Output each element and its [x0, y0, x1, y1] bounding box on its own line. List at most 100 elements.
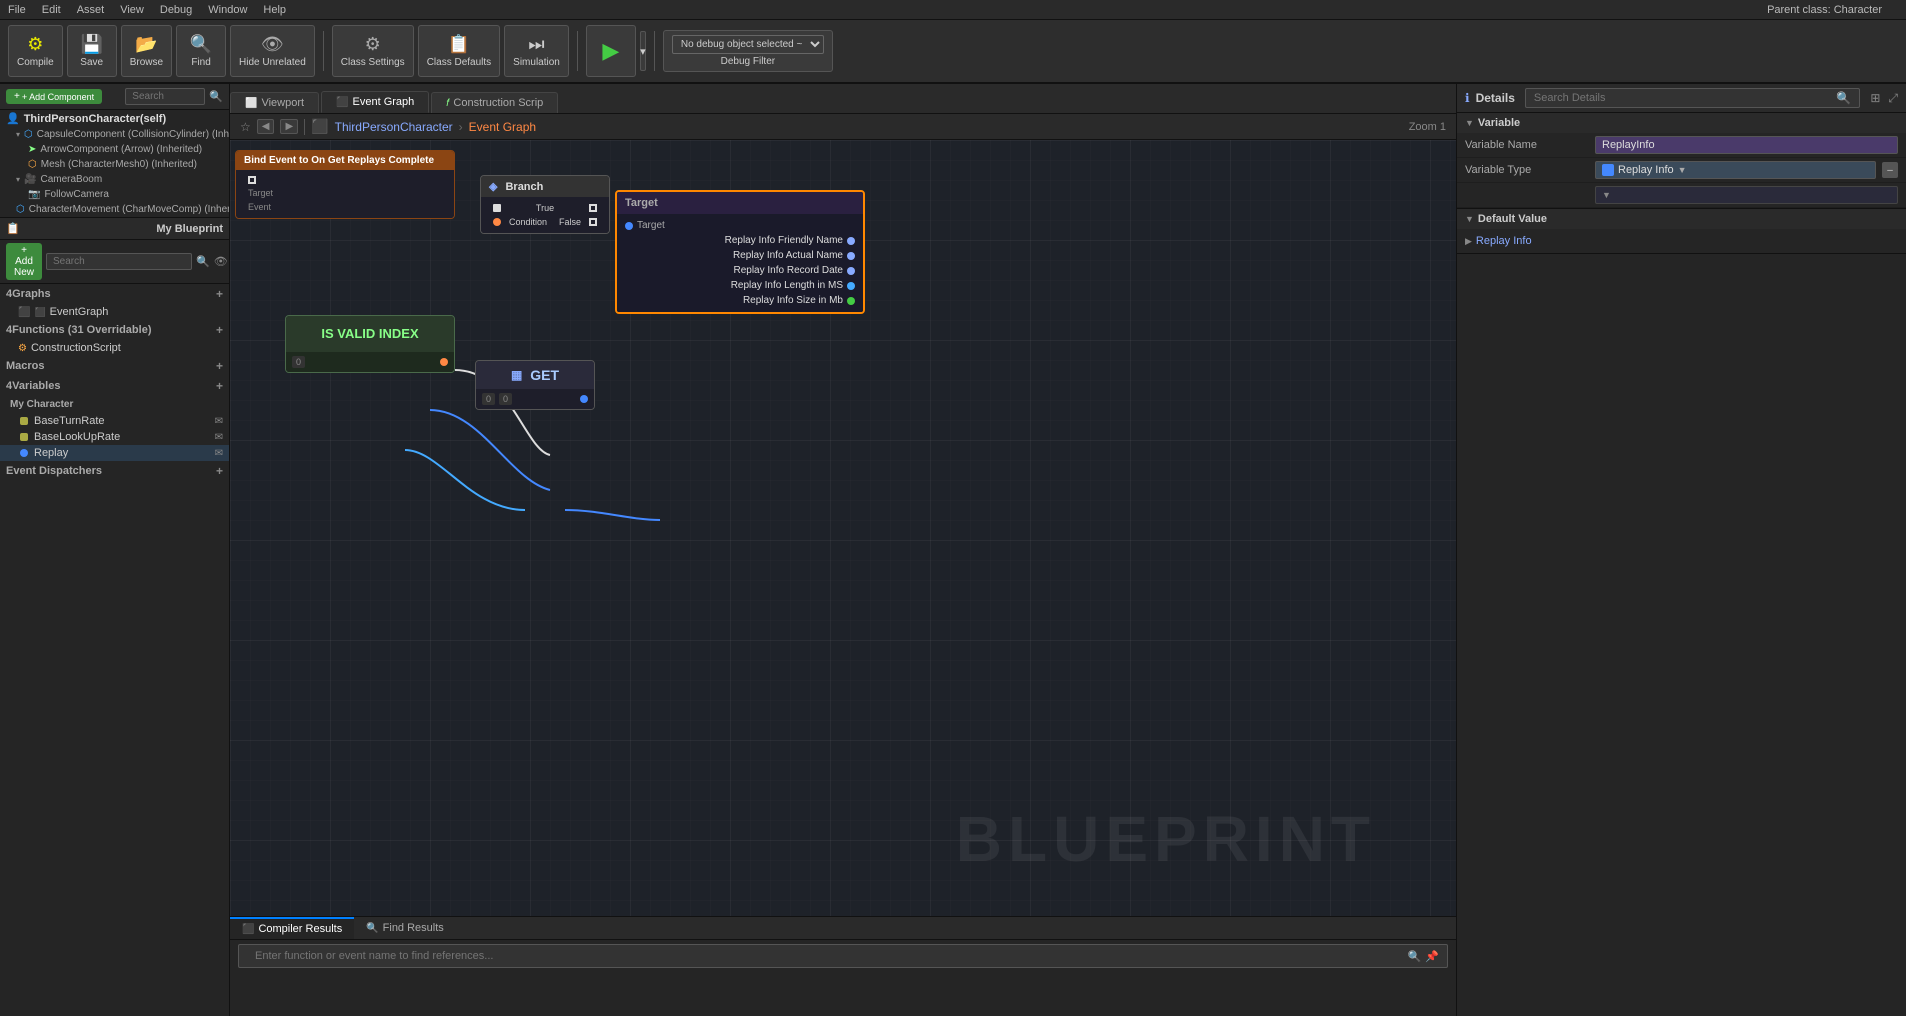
add-function-button[interactable]: + [216, 323, 223, 337]
replay-length-ms-row: Replay Info Length in MS [617, 278, 863, 293]
replay-item[interactable]: Replay ✉ [0, 445, 229, 461]
graphs-section[interactable]: 4Graphs + [0, 284, 229, 304]
simulation-button[interactable]: ⏭ Simulation [504, 25, 569, 77]
debug-filter[interactable]: No debug object selected ~ Debug Filter [663, 30, 833, 72]
base-lookup-rate-item[interactable]: BaseLookUpRate ✉ [0, 429, 229, 445]
char-move-icon: ⬡ [16, 204, 25, 215]
bottom-search-area: 🔍 📌 [230, 940, 1456, 972]
bp-search-input[interactable] [46, 253, 192, 270]
construction-script-item[interactable]: ⚙ ConstructionScript [0, 340, 229, 356]
capsule-icon: ⬡ [24, 129, 33, 140]
variable-type-text: Replay Info [1618, 164, 1674, 176]
play-button[interactable]: ▶ [586, 25, 636, 77]
add-new-button[interactable]: + Add New [6, 243, 42, 280]
menu-window[interactable]: Window [208, 4, 247, 16]
center-area: ⬜ Viewport ⬛ Event Graph 𝑓 Construction … [230, 84, 1456, 1016]
replay-info-node[interactable]: Target Target Replay Info Friendly Name [615, 190, 865, 314]
branch-title: Branch [505, 181, 543, 193]
browse-icon: 📂 [135, 34, 157, 55]
browse-button[interactable]: 📂 Browse [121, 25, 172, 77]
add-variable-button[interactable]: + [216, 379, 223, 393]
blueprint-canvas[interactable]: BLUEPRINT Bind Event to On Get Replays C… [230, 140, 1456, 916]
replay-info-expand: ▶ [1465, 236, 1472, 247]
variable-type-select[interactable]: Replay Info ▼ [1595, 161, 1876, 179]
menu-file[interactable]: File [8, 4, 26, 16]
play-dropdown[interactable]: ▾ [640, 31, 646, 71]
size-mb-pin [847, 297, 855, 305]
find-button[interactable]: 🔍 Find [176, 25, 226, 77]
add-graph-button[interactable]: + [216, 287, 223, 301]
macros-section[interactable]: Macros + [0, 356, 229, 376]
tab-find-results[interactable]: 🔍 Find Results [354, 917, 456, 939]
tree-item[interactable]: ➤ ArrowComponent (Arrow) (Inherited) [0, 142, 229, 157]
get-node[interactable]: ▦ GET 0 0 [475, 360, 595, 410]
details-grid-icon[interactable]: ⊞ [1870, 91, 1880, 105]
add-component-button[interactable]: + + Add Component [6, 89, 102, 104]
details-expand-icon[interactable]: ⤢ [1888, 91, 1898, 106]
is-valid-node[interactable]: IS VALID INDEX 0 [285, 315, 455, 373]
type-minus-button[interactable]: – [1882, 162, 1898, 178]
my-character-section[interactable]: My Character [0, 396, 229, 413]
tree-item[interactable]: ⬡ Mesh (CharacterMesh0) (Inherited) [0, 157, 229, 172]
tree-item[interactable]: ▾ ⬡ CapsuleComponent (CollisionCylinder)… [0, 127, 229, 142]
details-title: Details [1476, 91, 1515, 105]
find-search-icon[interactable]: 🔍 [1408, 950, 1422, 963]
components-search-input[interactable] [125, 88, 205, 105]
save-button[interactable]: 💾 Save [67, 25, 117, 77]
right-top-bar: ℹ Details 🔍 ⊞ ⤢ [1457, 84, 1906, 113]
replay-info-default-item[interactable]: ▶ Replay Info [1465, 233, 1898, 249]
get-icon: ▦ [511, 368, 522, 382]
menu-debug[interactable]: Debug [160, 4, 192, 16]
menu-edit[interactable]: Edit [42, 4, 61, 16]
menu-asset[interactable]: Asset [77, 4, 105, 16]
variable-type-row: Variable Type Replay Info ▼ – [1457, 158, 1906, 183]
back-button[interactable]: ◀ [257, 119, 275, 134]
class-defaults-button[interactable]: 📋 Class Defaults [418, 25, 500, 77]
menu-help[interactable]: Help [263, 4, 286, 16]
tab-compiler-results[interactable]: ⬛ Compiler Results [230, 917, 354, 939]
replay-size-mb-row: Replay Info Size in Mb [617, 293, 863, 308]
bp-eye-icon[interactable]: 👁 [214, 255, 228, 268]
breadcrumb-graph[interactable]: Event Graph [469, 120, 536, 134]
hide-unrelated-button[interactable]: 👁 Hide Unrelated [230, 25, 315, 77]
my-blueprint-section: 📋 My Blueprint + Add New 🔍 👁 ⚙ 4Graphs +… [0, 218, 229, 1016]
breadcrumb-class[interactable]: ThirdPersonCharacter [335, 120, 453, 134]
branch-icon: ◈ [489, 180, 497, 193]
default-value-header[interactable]: ▼ Default Value [1457, 209, 1906, 229]
variable-section-header[interactable]: ▼ Variable [1457, 113, 1906, 133]
find-references-input[interactable] [247, 947, 1408, 965]
functions-section[interactable]: 4Functions (31 Overridable) + [0, 320, 229, 340]
tab-construction[interactable]: 𝑓 Construction Scrip [431, 92, 558, 113]
branch-node[interactable]: ◈ Branch True Condition False [480, 175, 610, 234]
compile-button[interactable]: ⚙ Compile [8, 25, 63, 77]
bp-search-icon[interactable]: 🔍 [196, 255, 210, 268]
details-search-icon: 🔍 [1836, 91, 1851, 105]
event-dispatchers-section[interactable]: Event Dispatchers + [0, 461, 229, 481]
tree-item[interactable]: ⬡ CharacterMovement (CharMoveComp) (Inhe… [0, 202, 229, 217]
menu-view[interactable]: View [120, 4, 144, 16]
variable-array-dropdown[interactable]: ▼ [1595, 186, 1898, 204]
mesh-icon: ⬡ [28, 159, 37, 170]
find-pin-icon[interactable]: 📌 [1425, 950, 1439, 963]
star-button[interactable]: ☆ [240, 120, 251, 134]
class-settings-button[interactable]: ⚙ Class Settings [332, 25, 414, 77]
add-dispatcher-button[interactable]: + [216, 464, 223, 478]
root-icon: 👤 [6, 112, 20, 125]
base-turn-rate-item[interactable]: BaseTurnRate ✉ [0, 413, 229, 429]
tab-viewport[interactable]: ⬜ Viewport [230, 92, 319, 113]
variable-name-input[interactable] [1595, 136, 1898, 154]
details-search-input[interactable] [1534, 92, 1832, 104]
add-macro-button[interactable]: + [216, 359, 223, 373]
variables-section[interactable]: 4Variables + [0, 376, 229, 396]
tab-event-graph[interactable]: ⬛ Event Graph [321, 91, 429, 113]
event-graph-item[interactable]: ⬛ ⬛ EventGraph [0, 304, 229, 320]
replay-record-date-row: Replay Info Record Date [617, 263, 863, 278]
construction-icon: ⚙ [18, 343, 27, 354]
tree-item[interactable]: ▾ 🎥 CameraBoom [0, 172, 229, 187]
event-node[interactable]: Bind Event to On Get Replays Complete Ta… [235, 150, 455, 219]
variable-name-value-container [1595, 136, 1898, 154]
debug-object-select[interactable]: No debug object selected ~ [672, 35, 824, 54]
tree-item[interactable]: 📷 FollowCamera [0, 187, 229, 202]
forward-button[interactable]: ▶ [280, 119, 298, 134]
tree-item[interactable]: 👤 ThirdPersonCharacter(self) [0, 110, 229, 127]
